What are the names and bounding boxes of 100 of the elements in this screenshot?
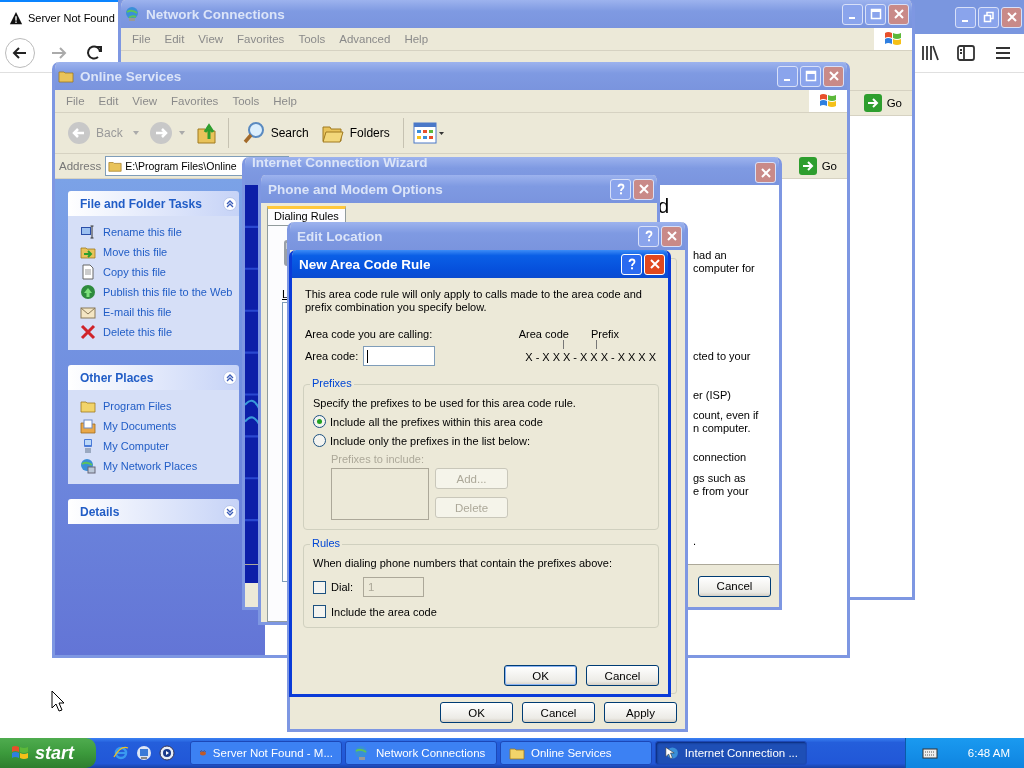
- menu-item[interactable]: Help: [397, 33, 436, 45]
- address-label: Address: [59, 160, 102, 172]
- cancel-button[interactable]: Cancel: [698, 575, 771, 597]
- go-button[interactable]: Go: [792, 157, 843, 175]
- wizard-text: cted to your: [693, 350, 751, 363]
- forward-icon[interactable]: [148, 121, 173, 145]
- task-link[interactable]: My Computer: [103, 440, 170, 452]
- prefixes-list[interactable]: [331, 468, 429, 520]
- menu-item[interactable]: Advanced: [332, 33, 398, 45]
- maximize-button[interactable]: [865, 3, 886, 25]
- dialog-button[interactable]: OK: [504, 665, 577, 686]
- taskbar-button[interactable]: Server Not Found - M...: [190, 741, 342, 765]
- number-pattern: X-XXX-XXX-XXXX: [525, 351, 659, 363]
- help-button[interactable]: [638, 225, 659, 247]
- folder-pages-icon: [80, 418, 96, 434]
- close-button[interactable]: [1001, 6, 1022, 28]
- task-link[interactable]: My Documents: [103, 420, 177, 432]
- menu-item[interactable]: View: [125, 95, 165, 107]
- menu-item[interactable]: Favorites: [230, 33, 292, 45]
- close-icon: [637, 183, 650, 195]
- browser-e-icon[interactable]: [113, 745, 129, 761]
- start-button[interactable]: start: [0, 738, 96, 768]
- maximize-button[interactable]: [800, 65, 821, 87]
- dialog-button[interactable]: Cancel: [586, 665, 659, 686]
- desktop-icon[interactable]: [136, 745, 152, 761]
- checkbox[interactable]: [313, 605, 326, 618]
- page-icon: [80, 264, 96, 280]
- menu-item[interactable]: Favorites: [164, 95, 226, 107]
- mouse-pointer-icon: [51, 690, 65, 712]
- folder-icon: [509, 745, 525, 761]
- close-button[interactable]: [661, 225, 682, 247]
- menu-item[interactable]: View: [191, 33, 231, 45]
- taskbar-button[interactable]: Network Connections: [345, 741, 497, 765]
- envelope-icon: [80, 304, 96, 320]
- expand-icon[interactable]: [223, 504, 237, 519]
- menu-item[interactable]: Edit: [91, 95, 126, 107]
- menu-item[interactable]: Edit: [157, 33, 192, 45]
- close-icon: [827, 70, 840, 82]
- area-code-field[interactable]: [363, 346, 436, 366]
- network-globe-icon: [124, 6, 140, 22]
- task-link[interactable]: My Network Places: [103, 460, 198, 472]
- wizard-text: computer for: [693, 262, 755, 275]
- dialog-button[interactable]: Apply: [604, 702, 677, 723]
- restore-icon: [982, 11, 995, 23]
- panel-header[interactable]: Details: [68, 499, 239, 524]
- browser-tab[interactable]: Server Not Found: [0, 0, 118, 34]
- menu-item[interactable]: File: [59, 95, 92, 107]
- task-link[interactable]: Move this file: [103, 246, 168, 258]
- close-button[interactable]: [823, 65, 844, 87]
- taskbar-button[interactable]: Internet Connection ...: [655, 741, 807, 765]
- menu-item[interactable]: Help: [266, 95, 304, 107]
- go-button[interactable]: Go: [857, 94, 908, 112]
- restore-button[interactable]: [978, 6, 999, 28]
- panel-header[interactable]: Other Places: [68, 365, 239, 390]
- diagram-label: Prefix: [590, 328, 619, 340]
- menu-item[interactable]: File: [125, 33, 158, 45]
- caret-icon[interactable]: [132, 131, 139, 135]
- maximize-icon: [804, 70, 817, 82]
- checkbox-label[interactable]: Include the area code: [331, 605, 437, 618]
- collapse-icon[interactable]: [223, 196, 237, 211]
- pointer-globe-icon: [664, 745, 679, 761]
- close-button[interactable]: [888, 3, 909, 25]
- window-title: Online Services: [79, 68, 183, 84]
- menu-item[interactable]: Tools: [225, 95, 267, 107]
- taskbar-button[interactable]: Online Services: [500, 741, 652, 765]
- folder-up-icon[interactable]: [194, 121, 219, 145]
- window-title: Phone and Modem Options: [267, 181, 444, 197]
- task-link[interactable]: Program Files: [103, 400, 172, 412]
- warning-icon: [9, 11, 23, 25]
- library-icon[interactable]: [920, 43, 940, 63]
- collapse-icon[interactable]: [223, 370, 237, 385]
- task-link[interactable]: Publish this file to the Web: [103, 286, 233, 298]
- dialog-button[interactable]: Cancel: [522, 702, 595, 723]
- keyboard-icon[interactable]: [921, 747, 938, 759]
- minimize-button[interactable]: [777, 65, 798, 87]
- task-link[interactable]: Copy this file: [103, 266, 166, 278]
- task-link[interactable]: E-mail this file: [103, 306, 172, 318]
- sidebar-icon[interactable]: [956, 43, 976, 63]
- close-button[interactable]: [755, 162, 776, 183]
- panel-header[interactable]: File and Folder Tasks: [68, 191, 239, 216]
- back-button[interactable]: [5, 38, 35, 68]
- wizard-text: had an: [693, 249, 727, 262]
- search-button[interactable]: Search: [237, 121, 313, 145]
- folders-button[interactable]: Folders: [316, 121, 394, 145]
- dialog-button[interactable]: OK: [440, 702, 513, 723]
- media-player-icon[interactable]: [159, 745, 175, 761]
- minimize-button[interactable]: [842, 3, 863, 25]
- minimize-button[interactable]: [955, 6, 976, 28]
- rules-instruction: When dialing phone numbers that contain the prefixes above:: [313, 557, 613, 569]
- cross-icon: [80, 324, 96, 340]
- task-link[interactable]: Rename this file: [103, 226, 182, 238]
- close-button[interactable]: [633, 178, 654, 200]
- caret-icon[interactable]: [178, 131, 185, 135]
- wizard-text: .: [693, 535, 697, 548]
- task-link[interactable]: Delete this file: [103, 326, 173, 338]
- views-icon[interactable]: [412, 122, 445, 144]
- close-icon: [759, 166, 772, 179]
- help-button[interactable]: [610, 178, 631, 200]
- clock[interactable]: 6:48 AM: [967, 747, 1010, 759]
- menu-item[interactable]: Tools: [291, 33, 333, 45]
